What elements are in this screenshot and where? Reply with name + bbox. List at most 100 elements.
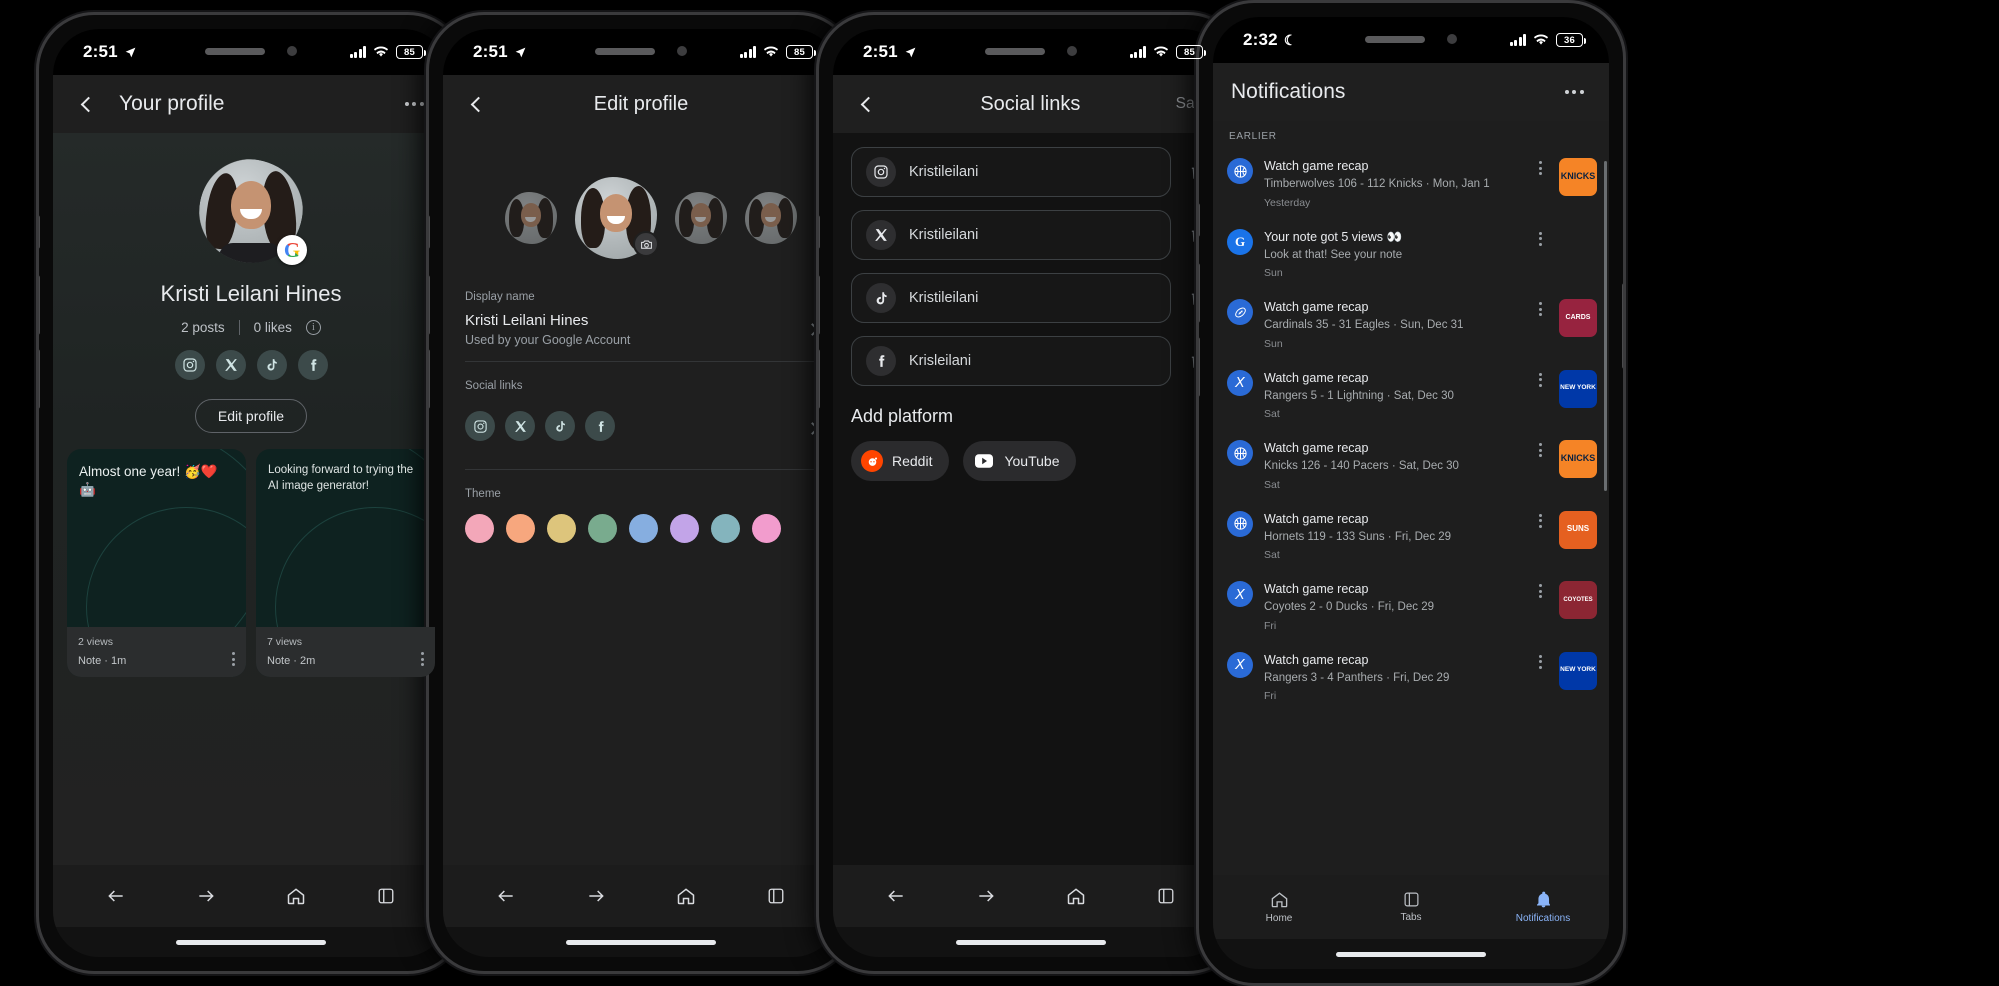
scrollbar[interactable] [1604,161,1607,491]
nav-forward-button[interactable] [968,878,1004,914]
mute-switch[interactable] [39,215,40,249]
tab-notifications[interactable]: Notifications [1477,890,1609,924]
edit-profile-button[interactable]: Edit profile [194,399,308,433]
x-icon[interactable] [505,411,535,441]
notification-overflow-icon[interactable] [1532,299,1548,317]
theme-swatch[interactable] [506,514,535,543]
camera-icon[interactable] [633,231,659,257]
tiktok-handle-input[interactable]: Kristileilani [851,273,1171,323]
notification-item[interactable]: G Your note got 5 views 👀 Look at that! … [1213,219,1609,290]
volume-up-button[interactable] [429,275,430,335]
nav-home-button[interactable] [278,878,314,914]
facebook-handle-input[interactable]: Krisleilani [851,336,1171,386]
instagram-icon[interactable] [174,350,205,380]
back-button[interactable] [461,87,495,121]
notification-desc: Coyotes 2 - 0 Ducks · Fri, Dec 29 [1264,601,1434,614]
volume-up-button[interactable] [1199,263,1200,323]
theme-swatch[interactable] [588,514,617,543]
notification-item[interactable]: Watch game recap Timberwolves 106 - 112 … [1213,148,1609,219]
nav-forward-button[interactable] [578,878,614,914]
cellular-signal-icon [1129,46,1146,58]
notification-desc: Timberwolves 106 - 112 Knicks · Mon, Jan… [1264,178,1490,191]
notification-title: Watch game recap [1264,582,1369,597]
notification-item[interactable]: Watch game recap Cardinals 35 - 31 Eagle… [1213,289,1609,360]
tab-home[interactable]: Home [1213,890,1345,924]
location-arrow-icon [515,47,526,57]
notification-overflow-icon[interactable] [1532,158,1548,175]
facebook-icon[interactable] [297,350,328,380]
instagram-handle-input[interactable]: Kristileilani [851,147,1171,197]
notification-overflow-icon[interactable] [1532,229,1548,246]
avatar-option[interactable] [745,192,797,244]
theme-label: Theme [465,488,501,500]
mute-switch[interactable] [1199,203,1200,237]
overflow-menu-button[interactable] [1557,75,1591,109]
app-bar: Social links Save [833,75,1229,133]
back-button[interactable] [71,87,105,121]
nav-forward-button[interactable] [188,878,224,914]
theme-swatch[interactable] [465,514,494,543]
avatar-option-selected[interactable] [575,177,659,259]
facebook-icon [866,346,896,376]
browser-nav-bar [443,865,839,927]
tiktok-icon[interactable] [256,350,287,380]
notification-item[interactable]: Watch game recap Hornets 119 - 133 Suns … [1213,501,1609,572]
volume-up-button[interactable] [39,275,40,335]
notification-overflow-icon[interactable] [1532,370,1548,387]
add-youtube-chip[interactable]: YouTube [963,441,1077,481]
instagram-icon[interactable] [465,411,495,441]
theme-swatch[interactable] [670,514,699,543]
volume-down-button[interactable] [39,349,40,409]
volume-down-button[interactable] [1199,337,1200,397]
x-icon[interactable] [215,350,246,380]
nav-home-button[interactable] [668,878,704,914]
note-views: 2 views [78,636,114,648]
nav-back-button[interactable] [878,878,914,914]
notification-item[interactable]: 𝘟 Watch game recap Rangers 5 - 1 Lightni… [1213,360,1609,431]
browser-nav-bar [833,865,1229,927]
divider [465,469,817,470]
nav-tabs-button[interactable] [368,878,404,914]
nav-back-button[interactable] [488,878,524,914]
nav-back-button[interactable] [98,878,134,914]
info-icon[interactable]: i [305,320,321,335]
nav-tabs-button[interactable] [758,878,794,914]
notification-item[interactable]: Watch game recap Knicks 126 - 140 Pacers… [1213,430,1609,501]
volume-down-button[interactable] [819,349,820,409]
tiktok-icon[interactable] [545,411,575,441]
page-title: Your profile [119,92,225,115]
notification-overflow-icon[interactable] [1532,581,1548,599]
theme-swatch[interactable] [711,514,740,543]
avatar-option[interactable] [505,192,557,244]
note-overflow-icon[interactable] [232,652,235,666]
notification-desc: Rangers 3 - 4 Panthers · Fri, Dec 29 [1264,671,1450,684]
notification-overflow-icon[interactable] [1532,440,1548,458]
note-card[interactable]: Looking forward to trying the AI image g… [256,449,435,677]
x-handle-input[interactable]: Kristileilani [851,210,1171,260]
note-overflow-icon[interactable] [421,652,424,666]
facebook-icon[interactable] [585,411,615,441]
theme-swatch[interactable] [629,514,658,543]
avatar-carousel[interactable] [443,133,839,273]
mute-switch[interactable] [819,215,820,249]
notification-overflow-icon[interactable] [1532,511,1548,528]
social-links-row[interactable] [465,392,819,469]
power-button[interactable] [1622,283,1623,369]
nav-tabs-button[interactable] [1148,878,1184,914]
avatar-option[interactable] [675,192,727,244]
nav-home-button[interactable] [1058,878,1094,914]
display-name-row[interactable]: Kristi Leilani Hines Used by your Google… [465,303,819,361]
notification-item[interactable]: 𝘟 Watch game recap Coyotes 2 - 0 Ducks ·… [1213,571,1609,642]
theme-swatch[interactable] [752,514,781,543]
notification-overflow-icon[interactable] [1532,652,1548,669]
volume-up-button[interactable] [819,275,820,335]
note-card[interactable]: Almost one year! 🥳❤️🤖 2 views Note · 1m [67,449,246,677]
notification-item[interactable]: 𝘟 Watch game recap Rangers 3 - 4 Panther… [1213,642,1609,713]
tab-tabs[interactable]: Tabs [1345,891,1477,923]
mute-switch[interactable] [429,215,430,249]
add-reddit-chip[interactable]: Reddit [851,441,950,481]
back-button[interactable] [851,87,885,121]
avatar[interactable]: G [199,159,307,265]
volume-down-button[interactable] [429,349,430,409]
theme-swatch[interactable] [547,514,576,543]
